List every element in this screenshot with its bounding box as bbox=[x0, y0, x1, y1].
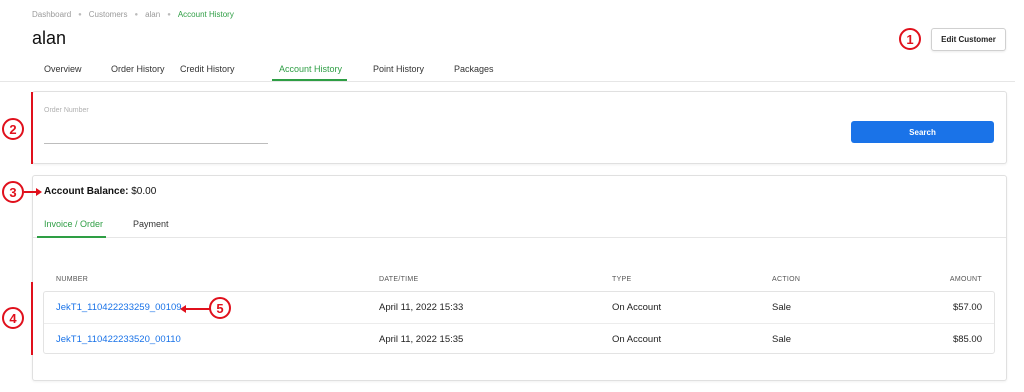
row-datetime: April 11, 2022 15:35 bbox=[379, 334, 464, 345]
column-datetime: DATE/TIME bbox=[379, 276, 419, 283]
column-amount: AMOUNT bbox=[949, 276, 982, 283]
breadcrumb-dashboard[interactable]: Dashboard bbox=[32, 10, 71, 19]
column-number: NUMBER bbox=[56, 276, 89, 283]
row-datetime: April 11, 2022 15:33 bbox=[379, 302, 464, 313]
row-type: On Account bbox=[612, 334, 662, 345]
order-number-input[interactable] bbox=[44, 143, 268, 144]
column-type: TYPE bbox=[612, 276, 632, 283]
breadcrumb-customers[interactable]: Customers bbox=[89, 10, 128, 19]
active-tab-indicator bbox=[272, 79, 347, 81]
page-title: alan bbox=[32, 28, 67, 48]
order-number-link[interactable]: JekT1_110422233520_00110 bbox=[56, 334, 181, 345]
breadcrumb: Dashboard ● Customers ● alan ● Account H… bbox=[32, 10, 234, 19]
row-action: Sale bbox=[772, 334, 792, 345]
column-action: ACTION bbox=[772, 276, 801, 283]
history-table: JekT1_110422233259_00109 April 11, 2022 … bbox=[43, 291, 995, 354]
annotation-marker-4: 4 bbox=[2, 307, 24, 329]
account-balance-label: Account Balance: bbox=[44, 186, 129, 197]
tab-point-history[interactable]: Point History bbox=[373, 64, 424, 74]
row-amount: $57.00 bbox=[952, 302, 982, 313]
main-tabs: Overview Order History Credit History Ac… bbox=[0, 60, 1015, 82]
order-number-link[interactable]: JekT1_110422233259_00109 bbox=[56, 302, 182, 313]
breadcrumb-customer-name[interactable]: alan bbox=[145, 10, 160, 19]
subtab-payment[interactable]: Payment bbox=[133, 219, 169, 229]
tab-account-history[interactable]: Account History bbox=[279, 64, 342, 74]
breadcrumb-current: Account History bbox=[177, 10, 234, 19]
search-button[interactable]: Search bbox=[851, 121, 994, 143]
row-type: On Account bbox=[612, 302, 662, 313]
annotation-arrow-3-head-icon bbox=[36, 188, 42, 196]
tab-order-history[interactable]: Order History bbox=[111, 64, 165, 74]
active-subtab-indicator bbox=[37, 236, 106, 238]
annotation-marker-1: 1 bbox=[899, 28, 921, 50]
annotation-bar-2 bbox=[31, 92, 33, 164]
table-header: NUMBER DATE/TIME TYPE ACTION AMOUNT bbox=[43, 276, 995, 290]
breadcrumb-separator-icon: ● bbox=[167, 11, 171, 18]
tab-packages[interactable]: Packages bbox=[454, 64, 494, 74]
row-action: Sale bbox=[772, 302, 792, 313]
breadcrumb-separator-icon: ● bbox=[134, 11, 139, 18]
history-subtabs: Invoice / Order Payment bbox=[33, 214, 1006, 238]
edit-customer-button[interactable]: Edit Customer bbox=[931, 28, 1006, 51]
breadcrumb-separator-icon: ● bbox=[78, 11, 82, 18]
account-balance-amount: $0.00 bbox=[131, 186, 157, 197]
tab-overview[interactable]: Overview bbox=[44, 64, 82, 74]
annotation-bar-4 bbox=[31, 282, 33, 355]
row-amount: $85.00 bbox=[952, 334, 982, 345]
subtab-invoice-order[interactable]: Invoice / Order bbox=[44, 219, 103, 229]
table-row: JekT1_110422233520_00110 April 11, 2022 … bbox=[44, 323, 994, 354]
annotation-arrow-5-line bbox=[186, 308, 210, 310]
annotation-marker-5: 5 bbox=[209, 297, 231, 319]
annotation-marker-2: 2 bbox=[2, 118, 24, 140]
account-balance: Account Balance: $0.00 bbox=[44, 186, 156, 197]
tab-credit-history[interactable]: Credit History bbox=[180, 64, 235, 74]
annotation-marker-3: 3 bbox=[2, 181, 24, 203]
order-number-label: Order Number bbox=[44, 107, 89, 114]
